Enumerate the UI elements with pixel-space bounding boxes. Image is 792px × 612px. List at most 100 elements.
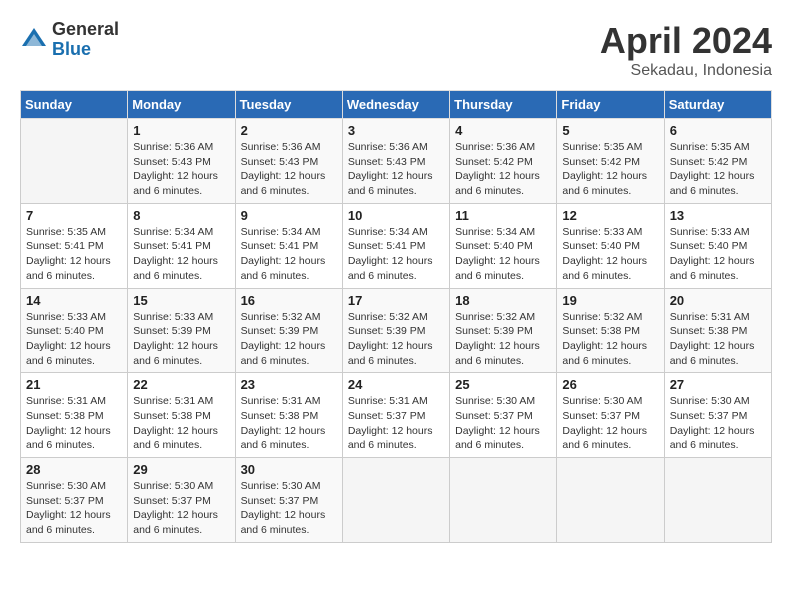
day-info: Sunrise: 5:36 AMSunset: 5:43 PMDaylight:… [348, 140, 444, 199]
day-info: Sunrise: 5:31 AMSunset: 5:38 PMDaylight:… [133, 394, 229, 453]
day-info: Sunrise: 5:31 AMSunset: 5:38 PMDaylight:… [26, 394, 122, 453]
calendar-cell: 4Sunrise: 5:36 AMSunset: 5:42 PMDaylight… [450, 119, 557, 204]
day-info: Sunrise: 5:33 AMSunset: 5:40 PMDaylight:… [670, 225, 766, 284]
calendar-cell: 16 Sunrise: 5:32 AMSunset: 5:39 PMDayligh… [235, 288, 342, 373]
page-header: General Blue April 2024 Sekadau, Indones… [20, 20, 772, 80]
calendar-cell: 25 Sunrise: 5:30 AMSunset: 5:37 PMDayligh… [450, 373, 557, 458]
calendar-cell: 8 Sunrise: 5:34 AMSunset: 5:41 PMDaylight… [128, 203, 235, 288]
day-header-wednesday: Wednesday [342, 91, 449, 119]
day-info: Sunrise: 5:30 AMSunset: 5:37 PMDaylight:… [133, 479, 229, 538]
day-number: 19 [562, 293, 658, 308]
logo-general-text: General [52, 20, 119, 40]
calendar-week-row: 7 Sunrise: 5:35 AMSunset: 5:41 PMDaylight… [21, 203, 772, 288]
day-info: Sunrise: 5:35 AMSunset: 5:42 PMDaylight:… [562, 140, 658, 199]
day-info: Sunrise: 5:30 AMSunset: 5:37 PMDaylight:… [562, 394, 658, 453]
day-info: Sunrise: 5:31 AMSunset: 5:38 PMDaylight:… [670, 310, 766, 369]
day-number: 17 [348, 293, 444, 308]
day-info: Sunrise: 5:33 AMSunset: 5:40 PMDaylight:… [26, 310, 122, 369]
day-number: 26 [562, 377, 658, 392]
calendar-cell: 17 Sunrise: 5:32 AMSunset: 5:39 PMDayligh… [342, 288, 449, 373]
day-header-friday: Friday [557, 91, 664, 119]
day-number: 27 [670, 377, 766, 392]
day-number: 13 [670, 208, 766, 223]
calendar-cell: 7 Sunrise: 5:35 AMSunset: 5:41 PMDaylight… [21, 203, 128, 288]
day-number: 12 [562, 208, 658, 223]
calendar-cell: 6 Sunrise: 5:35 AMSunset: 5:42 PMDaylight… [664, 119, 771, 204]
calendar-cell: 14Sunrise: 5:33 AMSunset: 5:40 PMDayligh… [21, 288, 128, 373]
calendar-cell: 29 Sunrise: 5:30 AMSunset: 5:37 PMDayligh… [128, 458, 235, 543]
day-info: Sunrise: 5:32 AMSunset: 5:39 PMDaylight:… [348, 310, 444, 369]
day-info: Sunrise: 5:33 AMSunset: 5:40 PMDaylight:… [562, 225, 658, 284]
calendar-cell [557, 458, 664, 543]
day-number: 4 [455, 123, 551, 138]
day-info: Sunrise: 5:34 AMSunset: 5:41 PMDaylight:… [241, 225, 337, 284]
logo-icon [20, 26, 48, 54]
calendar-subtitle: Sekadau, Indonesia [600, 62, 772, 80]
calendar-cell: 19 Sunrise: 5:32 AMSunset: 5:38 PMDayligh… [557, 288, 664, 373]
title-section: April 2024 Sekadau, Indonesia [600, 20, 772, 80]
calendar-cell [21, 119, 128, 204]
calendar-cell: 18Sunrise: 5:32 AMSunset: 5:39 PMDayligh… [450, 288, 557, 373]
calendar-cell: 9 Sunrise: 5:34 AMSunset: 5:41 PMDaylight… [235, 203, 342, 288]
calendar-cell: 27 Sunrise: 5:30 AMSunset: 5:37 PMDayligh… [664, 373, 771, 458]
day-info: Sunrise: 5:32 AMSunset: 5:39 PMDaylight:… [455, 310, 551, 369]
day-header-thursday: Thursday [450, 91, 557, 119]
day-info: Sunrise: 5:30 AMSunset: 5:37 PMDaylight:… [241, 479, 337, 538]
calendar-cell: 23 Sunrise: 5:31 AMSunset: 5:38 PMDayligh… [235, 373, 342, 458]
calendar-cell: 10Sunrise: 5:34 AMSunset: 5:41 PMDayligh… [342, 203, 449, 288]
calendar-cell [342, 458, 449, 543]
calendar-week-row: 1 Sunrise: 5:36 AMSunset: 5:43 PMDaylight… [21, 119, 772, 204]
day-info: Sunrise: 5:36 AMSunset: 5:43 PMDaylight:… [133, 140, 229, 199]
day-info: Sunrise: 5:31 AMSunset: 5:37 PMDaylight:… [348, 394, 444, 453]
logo-blue-text: Blue [52, 40, 119, 60]
day-number: 29 [133, 462, 229, 477]
day-info: Sunrise: 5:31 AMSunset: 5:38 PMDaylight:… [241, 394, 337, 453]
day-header-monday: Monday [128, 91, 235, 119]
day-header-saturday: Saturday [664, 91, 771, 119]
calendar-cell: 26 Sunrise: 5:30 AMSunset: 5:37 PMDayligh… [557, 373, 664, 458]
day-number: 6 [670, 123, 766, 138]
day-number: 15 [133, 293, 229, 308]
calendar-week-row: 14Sunrise: 5:33 AMSunset: 5:40 PMDayligh… [21, 288, 772, 373]
day-number: 16 [241, 293, 337, 308]
calendar-cell: 28 Sunrise: 5:30 AMSunset: 5:37 PMDayligh… [21, 458, 128, 543]
day-info: Sunrise: 5:35 AMSunset: 5:42 PMDaylight:… [670, 140, 766, 199]
day-number: 21 [26, 377, 122, 392]
day-header-tuesday: Tuesday [235, 91, 342, 119]
day-number: 9 [241, 208, 337, 223]
day-info: Sunrise: 5:34 AMSunset: 5:41 PMDaylight:… [348, 225, 444, 284]
calendar-cell: 22 Sunrise: 5:31 AMSunset: 5:38 PMDayligh… [128, 373, 235, 458]
calendar-cell: 24Sunrise: 5:31 AMSunset: 5:37 PMDayligh… [342, 373, 449, 458]
logo: General Blue [20, 20, 119, 60]
day-header-sunday: Sunday [21, 91, 128, 119]
calendar-week-row: 28 Sunrise: 5:30 AMSunset: 5:37 PMDayligh… [21, 458, 772, 543]
calendar-cell [664, 458, 771, 543]
day-info: Sunrise: 5:30 AMSunset: 5:37 PMDaylight:… [670, 394, 766, 453]
calendar-table: SundayMondayTuesdayWednesdayThursdayFrid… [20, 90, 772, 543]
day-number: 22 [133, 377, 229, 392]
day-number: 28 [26, 462, 122, 477]
calendar-title: April 2024 [600, 20, 772, 62]
day-number: 11 [455, 208, 551, 223]
day-info: Sunrise: 5:30 AMSunset: 5:37 PMDaylight:… [26, 479, 122, 538]
day-number: 1 [133, 123, 229, 138]
day-number: 3 [348, 123, 444, 138]
logo-text: General Blue [52, 20, 119, 60]
calendar-cell: 30Sunrise: 5:30 AMSunset: 5:37 PMDayligh… [235, 458, 342, 543]
day-info: Sunrise: 5:30 AMSunset: 5:37 PMDaylight:… [455, 394, 551, 453]
day-number: 8 [133, 208, 229, 223]
day-info: Sunrise: 5:32 AMSunset: 5:39 PMDaylight:… [241, 310, 337, 369]
calendar-cell: 2Sunrise: 5:36 AMSunset: 5:43 PMDaylight… [235, 119, 342, 204]
day-number: 7 [26, 208, 122, 223]
day-info: Sunrise: 5:34 AMSunset: 5:41 PMDaylight:… [133, 225, 229, 284]
day-number: 20 [670, 293, 766, 308]
day-number: 23 [241, 377, 337, 392]
calendar-cell: 13 Sunrise: 5:33 AMSunset: 5:40 PMDayligh… [664, 203, 771, 288]
day-info: Sunrise: 5:35 AMSunset: 5:41 PMDaylight:… [26, 225, 122, 284]
day-info: Sunrise: 5:33 AMSunset: 5:39 PMDaylight:… [133, 310, 229, 369]
calendar-cell: 1 Sunrise: 5:36 AMSunset: 5:43 PMDaylight… [128, 119, 235, 204]
calendar-cell: 15 Sunrise: 5:33 AMSunset: 5:39 PMDayligh… [128, 288, 235, 373]
day-info: Sunrise: 5:32 AMSunset: 5:38 PMDaylight:… [562, 310, 658, 369]
calendar-week-row: 21 Sunrise: 5:31 AMSunset: 5:38 PMDayligh… [21, 373, 772, 458]
day-number: 25 [455, 377, 551, 392]
